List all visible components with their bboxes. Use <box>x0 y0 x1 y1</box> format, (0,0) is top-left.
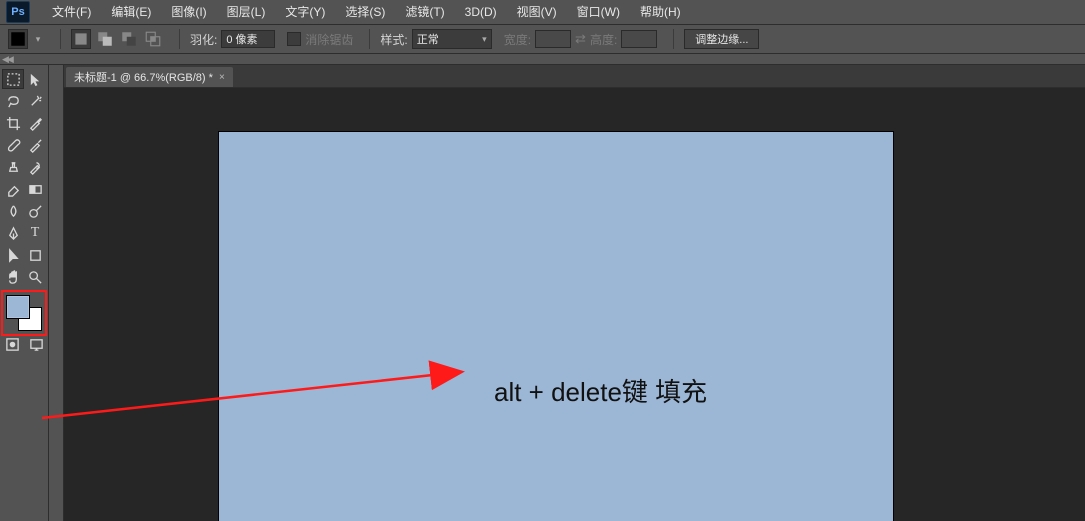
lasso-tool[interactable] <box>2 91 24 111</box>
shape-tool[interactable] <box>24 245 46 265</box>
clone-stamp-tool[interactable] <box>2 157 24 177</box>
menu-edit[interactable]: 编辑(E) <box>101 0 161 24</box>
menu-layer[interactable]: 图层(L) <box>217 0 276 24</box>
zoom-tool[interactable] <box>24 267 46 287</box>
main-area: T 未标题-1 @ 66.7%(RGB/8) * × <box>0 65 1085 521</box>
selection-add-icon[interactable] <box>95 29 115 49</box>
width-input[interactable] <box>535 30 571 48</box>
options-bar: ▾ 羽化: 消除锯齿 样式: 正常 宽度: ⇄ 高度: 调整边缘... <box>0 25 1085 54</box>
selection-subtract-icon[interactable] <box>119 29 139 49</box>
document-area: 未标题-1 @ 66.7%(RGB/8) * × alt + delete键 填… <box>64 65 1085 521</box>
height-input[interactable] <box>621 30 657 48</box>
app-logo: Ps <box>6 1 30 23</box>
style-select[interactable]: 正常 <box>412 29 492 49</box>
menu-window[interactable]: 窗口(W) <box>567 0 630 24</box>
menu-3d[interactable]: 3D(D) <box>455 0 507 24</box>
move-tool[interactable] <box>24 69 46 89</box>
toolbox: T <box>0 65 49 521</box>
color-wells <box>6 295 42 331</box>
magic-wand-tool[interactable] <box>24 91 46 111</box>
feather-input[interactable] <box>221 30 275 48</box>
blur-tool[interactable] <box>2 201 24 221</box>
left-dock-strip[interactable] <box>49 65 64 521</box>
canvas-viewport[interactable]: alt + delete键 填充 <box>64 88 1085 521</box>
divider <box>60 29 61 49</box>
feather-label: 羽化: <box>190 31 217 48</box>
menu-bar: Ps 文件(F) 编辑(E) 图像(I) 图层(L) 文字(Y) 选择(S) 滤… <box>0 0 1085 25</box>
pen-tool[interactable] <box>2 223 24 243</box>
marquee-tool[interactable] <box>2 69 24 89</box>
menu-select[interactable]: 选择(S) <box>335 0 395 24</box>
hand-tool[interactable] <box>2 267 24 287</box>
menu-image[interactable]: 图像(I) <box>161 0 216 24</box>
divider <box>673 29 674 49</box>
selection-intersect-icon[interactable] <box>143 29 163 49</box>
path-selection-tool[interactable] <box>2 245 24 265</box>
canvas[interactable] <box>219 132 893 521</box>
document-tab[interactable]: 未标题-1 @ 66.7%(RGB/8) * × <box>66 67 233 87</box>
width-label: 宽度: <box>504 31 531 48</box>
document-tab-bar: 未标题-1 @ 66.7%(RGB/8) * × <box>64 65 1085 88</box>
menu-view[interactable]: 视图(V) <box>507 0 567 24</box>
annotation-text: alt + delete键 填充 <box>494 372 707 409</box>
refine-edge-button[interactable]: 调整边缘... <box>684 29 759 49</box>
menu-filter[interactable]: 滤镜(T) <box>395 0 454 24</box>
crop-tool[interactable] <box>2 113 24 133</box>
gradient-tool[interactable] <box>24 179 46 199</box>
document-tab-title: 未标题-1 @ 66.7%(RGB/8) * <box>74 69 213 85</box>
height-label: 高度: <box>590 31 617 48</box>
dodge-tool[interactable] <box>24 201 46 221</box>
quick-mask-icon[interactable] <box>2 335 22 353</box>
collapse-chevrons-icon: ◀◀ <box>0 54 12 65</box>
tool-indicator-marquee-icon[interactable] <box>8 29 28 49</box>
tool-indicator-chevron-icon[interactable]: ▾ <box>32 29 44 49</box>
history-brush-tool[interactable] <box>24 157 46 177</box>
panel-collapse-strip[interactable]: ◀◀ <box>0 54 1085 65</box>
swap-dimensions-icon[interactable]: ⇄ <box>575 31 586 47</box>
close-icon[interactable]: × <box>219 72 225 83</box>
menu-type[interactable]: 文字(Y) <box>275 0 335 24</box>
eraser-tool[interactable] <box>2 179 24 199</box>
selection-mode-group <box>71 29 169 49</box>
antialias-label: 消除锯齿 <box>305 31 353 48</box>
healing-brush-tool[interactable] <box>2 135 24 155</box>
selection-new-icon[interactable] <box>71 29 91 49</box>
brush-tool[interactable] <box>24 135 46 155</box>
menu-file[interactable]: 文件(F) <box>42 0 101 24</box>
foreground-color-swatch[interactable] <box>6 295 30 319</box>
style-label: 样式: <box>380 31 407 48</box>
menu-help[interactable]: 帮助(H) <box>630 0 691 24</box>
screen-mode-icon[interactable] <box>26 335 46 353</box>
type-tool[interactable]: T <box>24 223 46 243</box>
eyedropper-tool[interactable] <box>24 113 46 133</box>
divider <box>369 29 370 49</box>
antialias-checkbox[interactable] <box>287 32 301 46</box>
divider <box>179 29 180 49</box>
